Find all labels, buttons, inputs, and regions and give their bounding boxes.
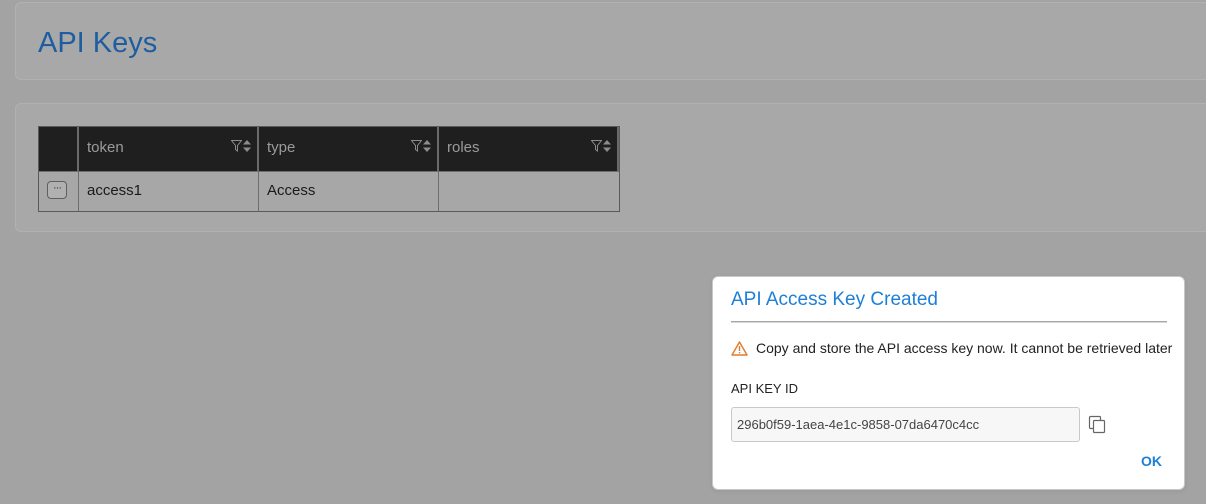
- api-keys-grid: token type roles ··· access1 Access: [38, 126, 620, 212]
- page-title: API Keys: [38, 27, 158, 59]
- api-key-created-dialog: API Access Key Created Copy and store th…: [712, 276, 1185, 490]
- sort-icon[interactable]: [243, 140, 251, 152]
- warning-text: Copy and store the API access key now. I…: [756, 340, 1173, 356]
- column-header-controls: [411, 140, 431, 152]
- table-cell-roles[interactable]: [439, 171, 619, 211]
- copy-icon[interactable]: [1088, 415, 1108, 435]
- app-stage: API Keys token type roles ··· access1 Ac…: [0, 0, 1206, 504]
- api-key-id-field[interactable]: [731, 407, 1080, 442]
- column-header-type[interactable]: type: [259, 127, 439, 171]
- row-actions-cell: ···: [39, 171, 79, 211]
- filter-icon[interactable]: [411, 140, 422, 152]
- title-card: API Keys: [15, 2, 1206, 80]
- filter-icon[interactable]: [591, 140, 602, 152]
- sort-icon[interactable]: [423, 140, 431, 152]
- warning-icon: [731, 340, 748, 356]
- warning-message: Copy and store the API access key now. I…: [731, 340, 1172, 356]
- cell-text: access1: [87, 182, 143, 199]
- grid-header-actions: [39, 127, 79, 171]
- row-more-button[interactable]: ···: [47, 181, 67, 199]
- table-cell-type[interactable]: Access: [259, 171, 439, 211]
- column-header-label: roles: [447, 139, 480, 156]
- grid-card: token type roles ··· access1 Access: [15, 103, 1206, 232]
- column-header-token[interactable]: token: [79, 127, 259, 171]
- column-header-controls: [231, 140, 251, 152]
- column-header-label: type: [267, 139, 296, 156]
- cell-text: Access: [267, 182, 316, 199]
- table-cell-token[interactable]: access1: [79, 171, 259, 211]
- column-header-roles[interactable]: roles: [439, 127, 619, 171]
- filter-icon[interactable]: [231, 140, 242, 152]
- dialog-title: API Access Key Created: [731, 289, 938, 310]
- column-header-label: token: [87, 139, 124, 156]
- ok-button[interactable]: OK: [1141, 453, 1162, 469]
- sort-icon[interactable]: [603, 140, 611, 152]
- column-header-controls: [591, 140, 611, 152]
- api-key-id-label: API KEY ID: [731, 381, 798, 396]
- dialog-divider: [731, 321, 1167, 323]
